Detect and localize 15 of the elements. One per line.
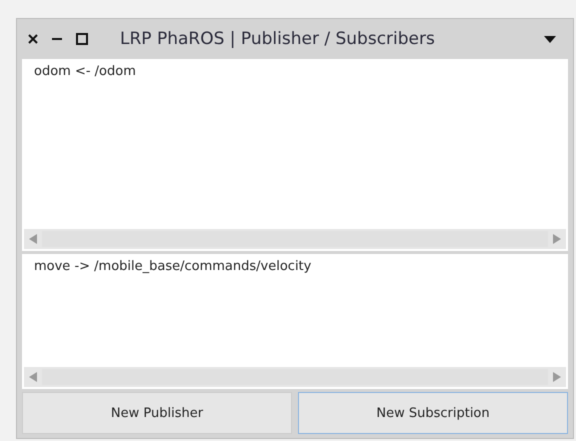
horizontal-scrollbar[interactable] (22, 365, 568, 389)
dropdown-icon[interactable] (544, 36, 556, 42)
minimize-icon[interactable] (52, 37, 62, 41)
horizontal-scrollbar[interactable] (22, 227, 568, 251)
list-item[interactable]: move -> /mobile_base/commands/velocity (34, 259, 556, 274)
new-subscription-button[interactable]: New Subscription (298, 392, 568, 434)
maximize-icon[interactable] (76, 33, 88, 45)
window-title: LRP PhaROS | Publisher / Subscribers (120, 29, 436, 49)
close-icon[interactable] (28, 34, 38, 44)
scroll-right-icon[interactable] (553, 372, 561, 382)
scroll-left-icon[interactable] (29, 372, 37, 382)
scroll-right-icon[interactable] (553, 234, 561, 244)
new-publisher-button[interactable]: New Publisher (22, 392, 292, 434)
scroll-left-icon[interactable] (29, 234, 37, 244)
list-item[interactable]: odom <- /odom (34, 64, 556, 79)
